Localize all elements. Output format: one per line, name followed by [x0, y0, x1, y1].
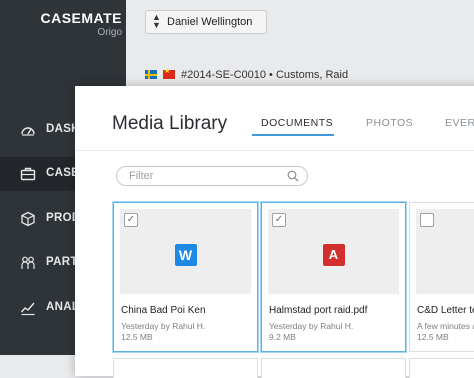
sort-arrows-icon: ▲ ▼: [152, 12, 161, 30]
file-modified: Yesterday by Rahul H.: [121, 321, 206, 331]
tab-documents[interactable]: DOCUMENTS: [261, 117, 333, 129]
gauge-icon: [21, 127, 35, 136]
file-size: 9.2 MB: [269, 332, 296, 342]
filter-input[interactable]: [129, 169, 279, 183]
filter-box: [116, 166, 308, 186]
sweden-flag-icon: [145, 70, 157, 79]
brand-logo[interactable]: CASEMATE Origo: [26, 10, 122, 38]
file-thumbnail: [416, 209, 474, 294]
file-name: Halmstad port raid.pdf: [269, 305, 368, 316]
file-card[interactable]: [409, 358, 474, 378]
file-name: China Bad Poi Ken: [121, 305, 206, 316]
file-thumbnail: ✓ A: [268, 209, 399, 294]
active-tab-indicator: [252, 134, 334, 136]
file-name: C&D Letter te: [417, 305, 474, 316]
file-modified: Yesterday by Rahul H.: [269, 321, 354, 331]
case-selector-value: Daniel Wellington: [167, 16, 253, 28]
select-checkbox[interactable]: ✓: [124, 213, 138, 227]
word-document-icon: W: [174, 243, 197, 266]
brand-name: CASEMATE: [40, 10, 122, 26]
file-meta: Yesterday by Rahul H. 9.2 MB: [269, 321, 353, 343]
cube-icon: [21, 211, 35, 227]
file-card[interactable]: C&D Letter te A few minutes a 12.5 MB: [409, 202, 474, 352]
file-card[interactable]: ✓ A Halmstad port raid.pdf Yesterday by …: [261, 202, 406, 352]
file-thumbnail: ✓ W: [120, 209, 251, 294]
header-divider: [75, 150, 474, 151]
briefcase-icon: [20, 167, 36, 181]
file-meta: A few minutes a 12.5 MB: [417, 321, 474, 343]
modal-title: Media Library: [112, 113, 228, 134]
people-icon: [21, 256, 35, 269]
case-selector[interactable]: ▲ ▼ Daniel Wellington: [145, 10, 267, 34]
file-modified: A few minutes a: [417, 321, 474, 331]
pdf-document-icon: A: [322, 243, 345, 266]
file-size: 12.5 MB: [121, 332, 153, 342]
case-info-text: #2014-SE-C0010 • Customs, Raid: [181, 69, 349, 81]
tab-everything[interactable]: EVERY: [445, 117, 474, 129]
file-size: 12.5 MB: [417, 332, 449, 342]
search-icon[interactable]: [287, 170, 299, 182]
select-checkbox[interactable]: [420, 213, 434, 227]
tab-photos[interactable]: PHOTOS: [366, 117, 413, 129]
file-card[interactable]: [113, 358, 258, 378]
file-card[interactable]: ✓ W China Bad Poi Ken Yesterday by Rahul…: [113, 202, 258, 352]
file-meta: Yesterday by Rahul H. 12.5 MB: [121, 321, 205, 343]
case-info: #2014-SE-C0010 • Customs, Raid: [145, 67, 349, 81]
select-checkbox[interactable]: ✓: [272, 213, 286, 227]
media-library-modal: Media Library DOCUMENTS PHOTOS EVERY ✓ W…: [75, 86, 474, 378]
brand-sub: Origo: [97, 27, 122, 38]
china-flag-icon: [163, 67, 175, 79]
file-card[interactable]: [261, 358, 406, 378]
chart-icon: [20, 302, 35, 316]
